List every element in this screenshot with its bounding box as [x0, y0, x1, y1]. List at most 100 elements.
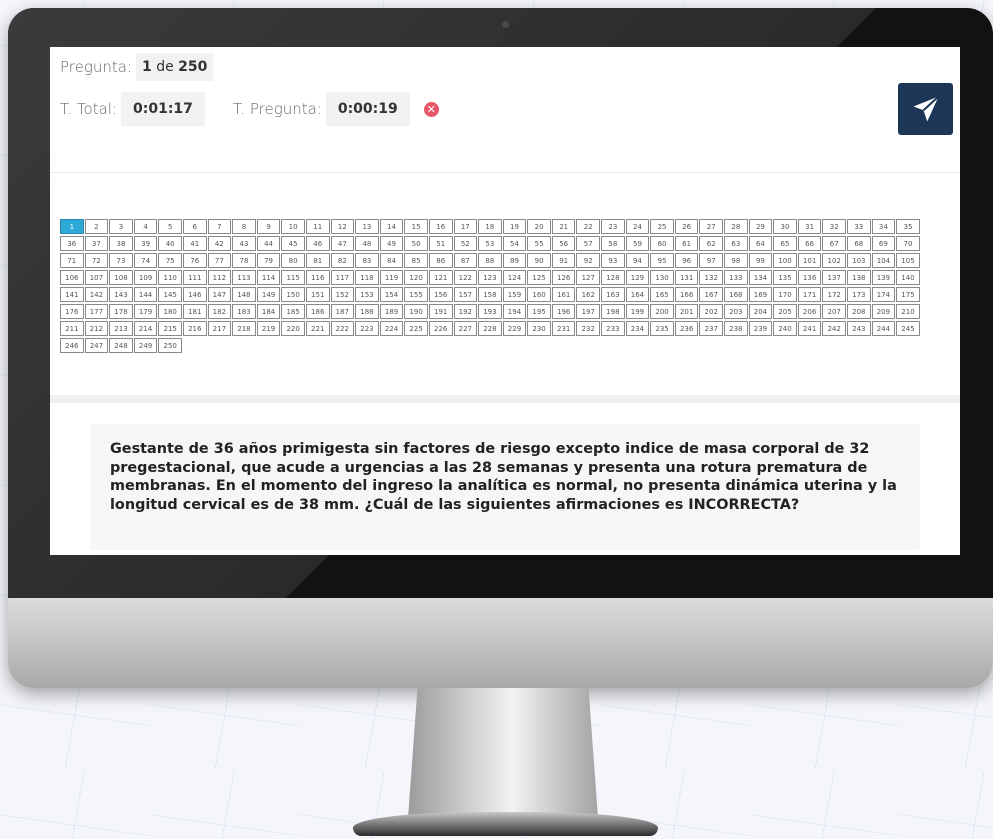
question-number-button[interactable]: 207 [822, 304, 846, 319]
question-number-button[interactable]: 244 [871, 321, 896, 336]
question-number-button[interactable]: 179 [133, 304, 158, 319]
question-number-button[interactable]: 119 [379, 270, 404, 285]
question-number-button[interactable]: 247 [84, 338, 109, 353]
question-number-button[interactable]: 205 [773, 304, 797, 319]
question-number-button[interactable]: 76 [182, 253, 207, 268]
question-number-button[interactable]: 228 [478, 321, 502, 336]
question-number-button[interactable]: 45 [281, 236, 305, 251]
question-number-button[interactable]: 150 [281, 287, 305, 302]
question-number-button[interactable]: 97 [699, 253, 724, 268]
question-number-button[interactable]: 46 [305, 236, 330, 251]
question-number-button[interactable]: 237 [699, 321, 724, 336]
question-number-button[interactable]: 91 [551, 253, 576, 268]
question-number-button[interactable]: 68 [847, 236, 871, 251]
question-number-button[interactable]: 42 [207, 236, 232, 251]
question-number-button[interactable]: 38 [109, 236, 133, 251]
question-number-button[interactable]: 11 [305, 219, 330, 234]
question-number-button[interactable]: 103 [847, 253, 871, 268]
question-number-button[interactable]: 166 [674, 287, 699, 302]
question-number-button[interactable]: 12 [330, 219, 355, 234]
question-number-button[interactable]: 240 [773, 321, 797, 336]
question-number-button[interactable]: 143 [109, 287, 133, 302]
question-number-button[interactable]: 248 [109, 338, 133, 353]
question-number-button[interactable]: 206 [797, 304, 822, 319]
question-number-button[interactable]: 140 [896, 270, 920, 285]
question-number-button[interactable]: 175 [896, 287, 920, 302]
question-number-button[interactable]: 180 [158, 304, 182, 319]
question-number-button[interactable]: 225 [404, 321, 428, 336]
question-number-button[interactable]: 173 [847, 287, 871, 302]
question-number-button[interactable]: 199 [625, 304, 650, 319]
question-number-button[interactable]: 98 [724, 253, 748, 268]
question-number-button[interactable]: 19 [502, 219, 527, 234]
question-number-button[interactable]: 89 [502, 253, 527, 268]
question-number-button[interactable]: 193 [478, 304, 502, 319]
question-number-button[interactable]: 242 [822, 321, 846, 336]
send-button[interactable] [898, 83, 953, 135]
question-number-button[interactable]: 186 [305, 304, 330, 319]
question-number-button[interactable]: 61 [674, 236, 699, 251]
question-number-button[interactable]: 195 [527, 304, 551, 319]
question-number-button[interactable]: 3 [109, 219, 133, 234]
question-number-button[interactable]: 227 [453, 321, 478, 336]
question-number-button[interactable]: 241 [797, 321, 822, 336]
question-number-button[interactable]: 135 [773, 270, 797, 285]
question-number-button[interactable]: 216 [182, 321, 207, 336]
question-number-button[interactable]: 211 [60, 321, 84, 336]
question-number-button[interactable]: 25 [650, 219, 674, 234]
question-number-button[interactable]: 88 [478, 253, 502, 268]
question-number-button[interactable]: 102 [822, 253, 846, 268]
question-number-button[interactable]: 37 [84, 236, 109, 251]
question-number-button[interactable]: 84 [379, 253, 404, 268]
question-number-button[interactable]: 161 [551, 287, 576, 302]
question-number-button[interactable]: 194 [502, 304, 527, 319]
question-number-button[interactable]: 115 [281, 270, 305, 285]
question-number-button[interactable]: 239 [748, 321, 773, 336]
question-number-button[interactable]: 24 [625, 219, 650, 234]
question-number-button[interactable]: 138 [847, 270, 871, 285]
question-number-button[interactable]: 110 [158, 270, 182, 285]
question-number-button[interactable]: 54 [502, 236, 527, 251]
question-number-button[interactable]: 1 [60, 219, 84, 234]
question-number-button[interactable]: 94 [625, 253, 650, 268]
question-number-button[interactable]: 157 [453, 287, 478, 302]
question-number-button[interactable]: 109 [133, 270, 158, 285]
question-number-button[interactable]: 136 [797, 270, 822, 285]
question-number-button[interactable]: 125 [527, 270, 551, 285]
question-number-button[interactable]: 20 [527, 219, 551, 234]
question-number-button[interactable]: 208 [847, 304, 871, 319]
question-number-button[interactable]: 15 [404, 219, 428, 234]
question-number-button[interactable]: 196 [551, 304, 576, 319]
question-number-button[interactable]: 48 [355, 236, 379, 251]
question-number-button[interactable]: 71 [60, 253, 84, 268]
question-number-button[interactable]: 7 [207, 219, 232, 234]
question-number-button[interactable]: 144 [133, 287, 158, 302]
question-number-button[interactable]: 99 [748, 253, 773, 268]
question-number-button[interactable]: 192 [453, 304, 478, 319]
question-number-button[interactable]: 47 [330, 236, 355, 251]
question-number-button[interactable]: 82 [330, 253, 355, 268]
question-number-button[interactable]: 10 [281, 219, 305, 234]
question-number-button[interactable]: 69 [871, 236, 896, 251]
question-number-button[interactable]: 167 [699, 287, 724, 302]
question-number-button[interactable]: 123 [478, 270, 502, 285]
question-number-button[interactable]: 65 [773, 236, 797, 251]
question-number-button[interactable]: 212 [84, 321, 109, 336]
question-number-button[interactable]: 4 [133, 219, 158, 234]
question-number-button[interactable]: 238 [724, 321, 748, 336]
question-number-button[interactable]: 30 [773, 219, 797, 234]
question-number-button[interactable]: 224 [379, 321, 404, 336]
question-number-button[interactable]: 118 [355, 270, 379, 285]
question-number-button[interactable]: 221 [305, 321, 330, 336]
question-number-button[interactable]: 93 [601, 253, 625, 268]
question-number-button[interactable]: 158 [478, 287, 502, 302]
question-number-button[interactable]: 114 [256, 270, 281, 285]
question-number-button[interactable]: 44 [256, 236, 281, 251]
question-number-button[interactable]: 128 [601, 270, 625, 285]
question-number-button[interactable]: 49 [379, 236, 404, 251]
question-number-button[interactable]: 100 [773, 253, 797, 268]
question-number-button[interactable]: 243 [847, 321, 871, 336]
question-number-button[interactable]: 50 [404, 236, 428, 251]
question-number-button[interactable]: 202 [699, 304, 724, 319]
question-number-button[interactable]: 127 [576, 270, 601, 285]
